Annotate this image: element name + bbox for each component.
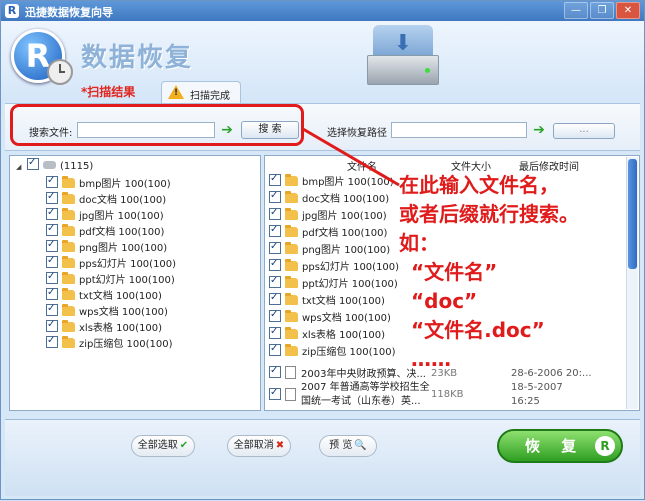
recover-label: 恢 复	[525, 437, 585, 455]
select-all-button[interactable]: 全部选取 ✔	[131, 435, 195, 457]
deselect-all-label: 全部取消	[233, 440, 274, 451]
select-all-label: 全部选取	[137, 440, 178, 451]
annotation-line: 如：	[399, 231, 439, 255]
annotation-line: “doc”	[411, 289, 478, 313]
annotation-line: 或者后缀就行搜索。	[399, 202, 579, 226]
magnifier-icon: 🔍	[354, 440, 367, 451]
annotation-line: “文件名”	[411, 260, 498, 284]
brand-logo-icon: R	[595, 436, 615, 456]
annotation-line: ……	[411, 347, 451, 371]
cross-icon: ✖	[275, 440, 285, 451]
preview-label: 预 览	[329, 440, 353, 451]
preview-button[interactable]: 预 览 🔍	[319, 435, 377, 457]
app-window: R 迅捷数据恢复向导 — ❐ ✕ R 数据恢复 ⬇ *扫描结果 ! 扫描完成 搜…	[0, 0, 645, 500]
deselect-all-button[interactable]: 全部取消 ✖	[227, 435, 291, 457]
recover-button[interactable]: 恢 复 R	[497, 429, 623, 463]
annotation-line: 在此输入文件名，	[399, 173, 559, 197]
check-icon: ✔	[179, 440, 189, 451]
annotation-text: 在此输入文件名， 或者后缀就行搜索。 如： “文件名” “doc” “文件名.d…	[399, 171, 639, 374]
annotation-line: “文件名.doc”	[411, 318, 545, 342]
